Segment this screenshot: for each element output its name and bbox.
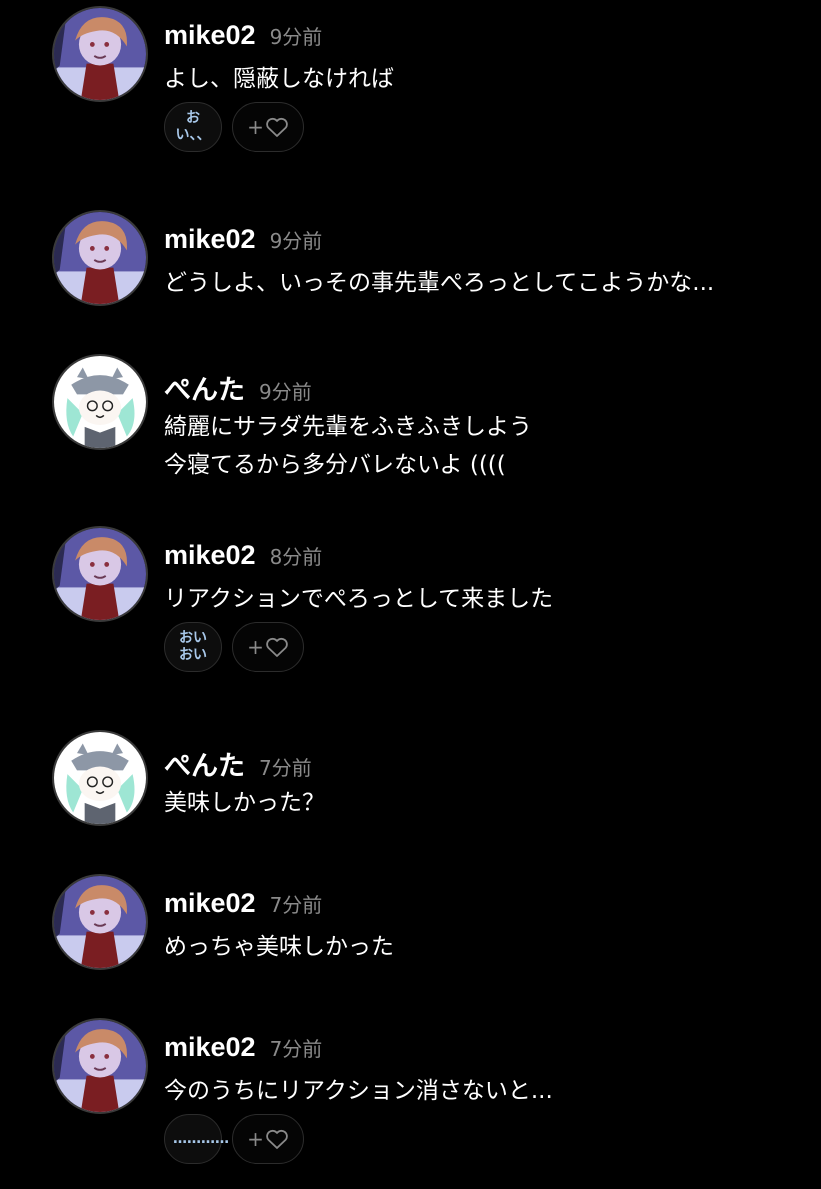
comment-line: 綺麗にサラダ先輩をふきふきしよう: [164, 414, 532, 440]
heart-outline-icon: [266, 637, 288, 657]
reaction-bar: ………… +: [164, 1114, 304, 1164]
avatar[interactable]: [52, 526, 148, 622]
avatar[interactable]: [52, 354, 148, 450]
username[interactable]: mike02: [164, 20, 256, 50]
avatar-penta-image: [54, 356, 146, 448]
username[interactable]: ぺんた: [164, 751, 245, 781]
reaction-bar: おいおい +: [164, 622, 304, 672]
avatar[interactable]: [52, 210, 148, 306]
comment-text: 今のうちにリアクション消さないと...: [164, 1072, 553, 1110]
avatar-penta-image: [54, 732, 146, 824]
comment-line: どうしよ、いっその事先輩ぺろっとしてこようかな...: [164, 270, 715, 296]
comment-header: mike02 9分前: [164, 224, 322, 255]
add-reaction-button[interactable]: +: [232, 102, 304, 152]
timestamp: 7分前: [259, 756, 312, 780]
comment-text: 美味しかった？: [164, 784, 325, 822]
comment-text: 綺麗にサラダ先輩をふきふきしよう 今寝てるから多分バレないよ ((((: [164, 408, 532, 484]
username[interactable]: mike02: [164, 1032, 256, 1062]
avatar-mike-image: [54, 876, 146, 968]
avatar-mike-image: [54, 212, 146, 304]
avatar[interactable]: [52, 874, 148, 970]
timestamp: 9分前: [259, 380, 312, 404]
reaction-chip[interactable]: おいおい: [164, 622, 222, 672]
comment-text: よし、隠蔽しなければ: [164, 60, 394, 98]
plus-label: +: [247, 115, 264, 139]
comment-line: よし、隠蔽しなければ: [164, 66, 394, 92]
comment-header: ぺんた 9分前: [164, 368, 312, 407]
heart-outline-icon: [266, 117, 288, 137]
avatar[interactable]: [52, 730, 148, 826]
plus-label: +: [247, 635, 264, 659]
reaction-text: おいおい: [179, 630, 207, 663]
timestamp: 8分前: [269, 545, 323, 569]
plus-label: +: [247, 1127, 264, 1151]
comment-text: どうしよ、いっその事先輩ぺろっとしてこようかな...: [164, 264, 714, 302]
reaction-chip[interactable]: …………: [164, 1114, 229, 1164]
comment-line: 美味しかった？: [164, 790, 325, 816]
reaction-bar: おい、、 +: [164, 102, 304, 152]
comment-line: 今寝てるから多分バレないよ ((((: [164, 452, 506, 478]
timestamp: 7分前: [269, 893, 323, 917]
username[interactable]: mike02: [164, 224, 256, 254]
comment-header: ぺんた 7分前: [164, 744, 312, 783]
avatar-mike-image: [54, 8, 146, 100]
username[interactable]: mike02: [164, 540, 256, 570]
username[interactable]: ぺんた: [164, 375, 245, 405]
comment-header: mike02 7分前: [164, 888, 322, 919]
timestamp: 7分前: [269, 1037, 323, 1061]
comment-header: mike02 9分前: [164, 20, 322, 51]
comment-text: めっちゃ美味しかった: [164, 928, 394, 966]
avatar[interactable]: [52, 1018, 148, 1114]
comment-text: リアクションでぺろっとして来ました: [164, 580, 553, 618]
reaction-chip[interactable]: おい、、: [164, 102, 222, 152]
timestamp: 9分前: [269, 229, 323, 253]
heart-outline-icon: [266, 1129, 288, 1149]
username[interactable]: mike02: [164, 888, 256, 918]
avatar-mike-image: [54, 528, 146, 620]
reaction-text: おい、、: [175, 110, 211, 143]
add-reaction-button[interactable]: +: [232, 1114, 304, 1164]
comment-line: めっちゃ美味しかった: [164, 934, 394, 960]
add-reaction-button[interactable]: +: [232, 622, 304, 672]
avatar-mike-image: [54, 1020, 146, 1112]
comment-header: mike02 8分前: [164, 540, 322, 571]
timestamp: 9分前: [269, 25, 323, 49]
avatar[interactable]: [52, 6, 148, 102]
comment-line: 今のうちにリアクション消さないと...: [164, 1078, 553, 1104]
comment-line: リアクションでぺろっとして来ました: [164, 586, 554, 612]
comment-header: mike02 7分前: [164, 1032, 322, 1063]
reaction-text: …………: [173, 1130, 229, 1147]
